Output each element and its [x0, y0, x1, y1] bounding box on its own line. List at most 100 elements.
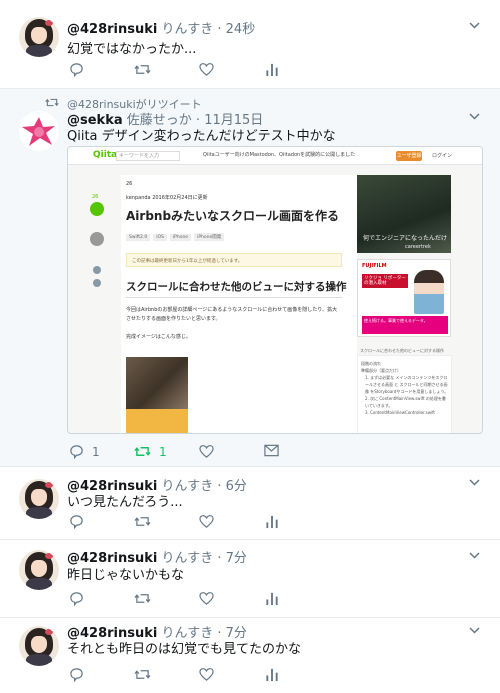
- tweet-time[interactable]: 7分: [226, 551, 247, 566]
- heart-icon: [199, 63, 214, 76]
- retweet-button[interactable]: [134, 62, 151, 77]
- chevron-down-icon[interactable]: [469, 550, 480, 561]
- retweet-button[interactable]: [134, 514, 151, 529]
- like-button[interactable]: [199, 444, 214, 459]
- chevron-down-icon[interactable]: [469, 111, 480, 122]
- reply-count: 1: [92, 444, 100, 459]
- toc-item: 準備部分（要点だけ）: [361, 368, 401, 373]
- analytics-button[interactable]: [265, 62, 279, 77]
- analytics-icon: [266, 668, 278, 682]
- ad-photo: [414, 270, 444, 314]
- like-button[interactable]: [199, 667, 214, 682]
- envelope-icon: [264, 444, 279, 457]
- retweet-button[interactable]: [134, 591, 151, 606]
- reply-icon: [70, 515, 83, 529]
- retweet-button[interactable]: [134, 667, 151, 682]
- user-avatar[interactable]: [19, 17, 59, 57]
- qiita-toc-title: スクロールに合わせた他のビューに対する操作: [360, 348, 444, 353]
- tweet-display-name[interactable]: りんすき: [162, 22, 214, 37]
- qiita-header: Qiita キーワードを入力 Qiitaユーザー向けのMastodon、Qiit…: [68, 147, 482, 165]
- heart-icon: [199, 445, 214, 458]
- analytics-button[interactable]: [265, 591, 279, 606]
- tweet-text: 昨日じゃないかもな: [67, 568, 185, 583]
- tweet-3[interactable]: @428rinsuki りんすき · 6分 いつ見たんだろう...: [0, 467, 500, 540]
- chevron-down-icon[interactable]: [469, 20, 480, 31]
- qiita-likers-row: 26: [126, 181, 133, 187]
- qiita-toc: 段階の流れ 準備部分（要点だけ） 1. まずは必要な メインのコンテンツをスクロ…: [357, 355, 452, 433]
- reply-icon: [70, 592, 83, 606]
- heart-icon: [199, 668, 214, 681]
- reply-icon: [70, 668, 83, 682]
- retweet-icon: [45, 98, 59, 107]
- retweet-icon: [134, 517, 151, 526]
- qiita-register: ユーザ登録: [396, 151, 422, 161]
- user-avatar[interactable]: [19, 111, 59, 151]
- cat-photo: [126, 357, 188, 409]
- facebook-share-icon: [93, 279, 101, 287]
- retweet-icon: [134, 65, 151, 74]
- reply-button[interactable]: [69, 667, 84, 682]
- reply-icon: [70, 445, 83, 459]
- qiita-tag: Swift2.0: [126, 234, 151, 241]
- qiita-login: ログイン: [432, 153, 453, 159]
- retweet-icon: [134, 670, 151, 679]
- retweet-count: 1: [159, 444, 167, 459]
- chevron-down-icon[interactable]: [469, 477, 480, 488]
- tweet-text: それとも昨日のは幻覚でも見てたのかな: [67, 642, 302, 657]
- ad-brand: FUJIFILM: [362, 263, 387, 269]
- qiita-logo: Qiita: [93, 150, 118, 160]
- qiita-article: 26 kenpanda 2016年02月24日に更新 Airbnbみたいなスクロ…: [121, 175, 357, 433]
- tweet-text: 幻覚ではなかったか...: [67, 42, 197, 57]
- tweet-time[interactable]: 24秒: [226, 22, 256, 37]
- retweet-icon: [134, 594, 151, 603]
- qiita-tag: iPhone: [169, 234, 192, 241]
- reply-icon: [70, 63, 83, 77]
- heart-icon: [199, 592, 214, 605]
- avatar-image: [22, 117, 55, 146]
- chevron-down-icon[interactable]: [469, 625, 480, 636]
- ad-text: 何でエンジニアになったんだけ: [363, 235, 448, 242]
- analytics-button[interactable]: [265, 514, 279, 529]
- reply-button[interactable]: [69, 591, 84, 606]
- like-button[interactable]: [199, 62, 214, 77]
- qiita-tag: iPhone開発: [194, 233, 225, 241]
- user-avatar[interactable]: [19, 479, 59, 519]
- tweet-5[interactable]: @428rinsuki りんすき · 7分 それとも昨日のは幻覚でも見てたのかな: [0, 618, 500, 693]
- ad-text: 使え続ける。事業で使えるデータ。: [362, 316, 448, 334]
- tweet-text: いつ見たんだろう...: [67, 495, 183, 510]
- user-avatar[interactable]: [19, 626, 59, 666]
- reply-button[interactable]: [69, 514, 84, 529]
- qiita-search: キーワードを入力: [116, 151, 180, 161]
- like-button[interactable]: [199, 514, 214, 529]
- analytics-button[interactable]: [265, 667, 279, 682]
- twitter-share-icon: [93, 266, 101, 274]
- reply-button[interactable]: [69, 62, 84, 77]
- qiita-tags: Swift2.0 iOS iPhone iPhone開発: [126, 233, 227, 241]
- tweet-text: Qiita デザイン変わったんだけどテスト中かな: [67, 129, 336, 144]
- attached-image[interactable]: Qiita キーワードを入力 Qiitaユーザー向けのMastodon、Qiit…: [67, 146, 483, 434]
- heart-icon: [199, 515, 214, 528]
- meta-separator: ·: [213, 551, 226, 566]
- qiita-like-icon: [90, 202, 104, 216]
- qiita-notice: Qiitaユーザー向けのMastodon、Qiitadonを試験的に公開しました: [203, 152, 356, 158]
- ad-brand: careertrek: [405, 244, 431, 250]
- qiita-stock-icon: [90, 232, 104, 246]
- reply-button[interactable]: 1: [69, 444, 100, 459]
- qiita-author: kenpanda 2016年02月24日に更新: [126, 195, 208, 201]
- toc-item: 段階の流れ: [361, 361, 381, 366]
- direct-message-button[interactable]: [264, 444, 279, 457]
- phone-preview: [126, 409, 188, 433]
- like-button[interactable]: [199, 591, 214, 606]
- user-avatar[interactable]: [19, 550, 59, 590]
- tweet-4[interactable]: @428rinsuki りんすき · 7分 昨日じゃないかもな: [0, 540, 500, 618]
- qiita-heading: スクロールに合わせた他のビューに対する操作: [126, 281, 347, 293]
- qiita-tag: iOS: [153, 234, 167, 241]
- tweet-handle[interactable]: @428rinsuki: [67, 22, 157, 37]
- qiita-warning: この記事は最終更新日から1年以上が経過しています。: [126, 253, 342, 267]
- tweet-1[interactable]: @428rinsuki りんすき · 24秒 幻覚ではなかったか...: [0, 0, 500, 89]
- meta-separator: ·: [213, 479, 226, 494]
- tweet-time[interactable]: 6分: [226, 479, 247, 494]
- retweet-button[interactable]: 1: [134, 444, 167, 459]
- qiita-like-count: 26: [92, 194, 99, 200]
- analytics-icon: [266, 515, 278, 529]
